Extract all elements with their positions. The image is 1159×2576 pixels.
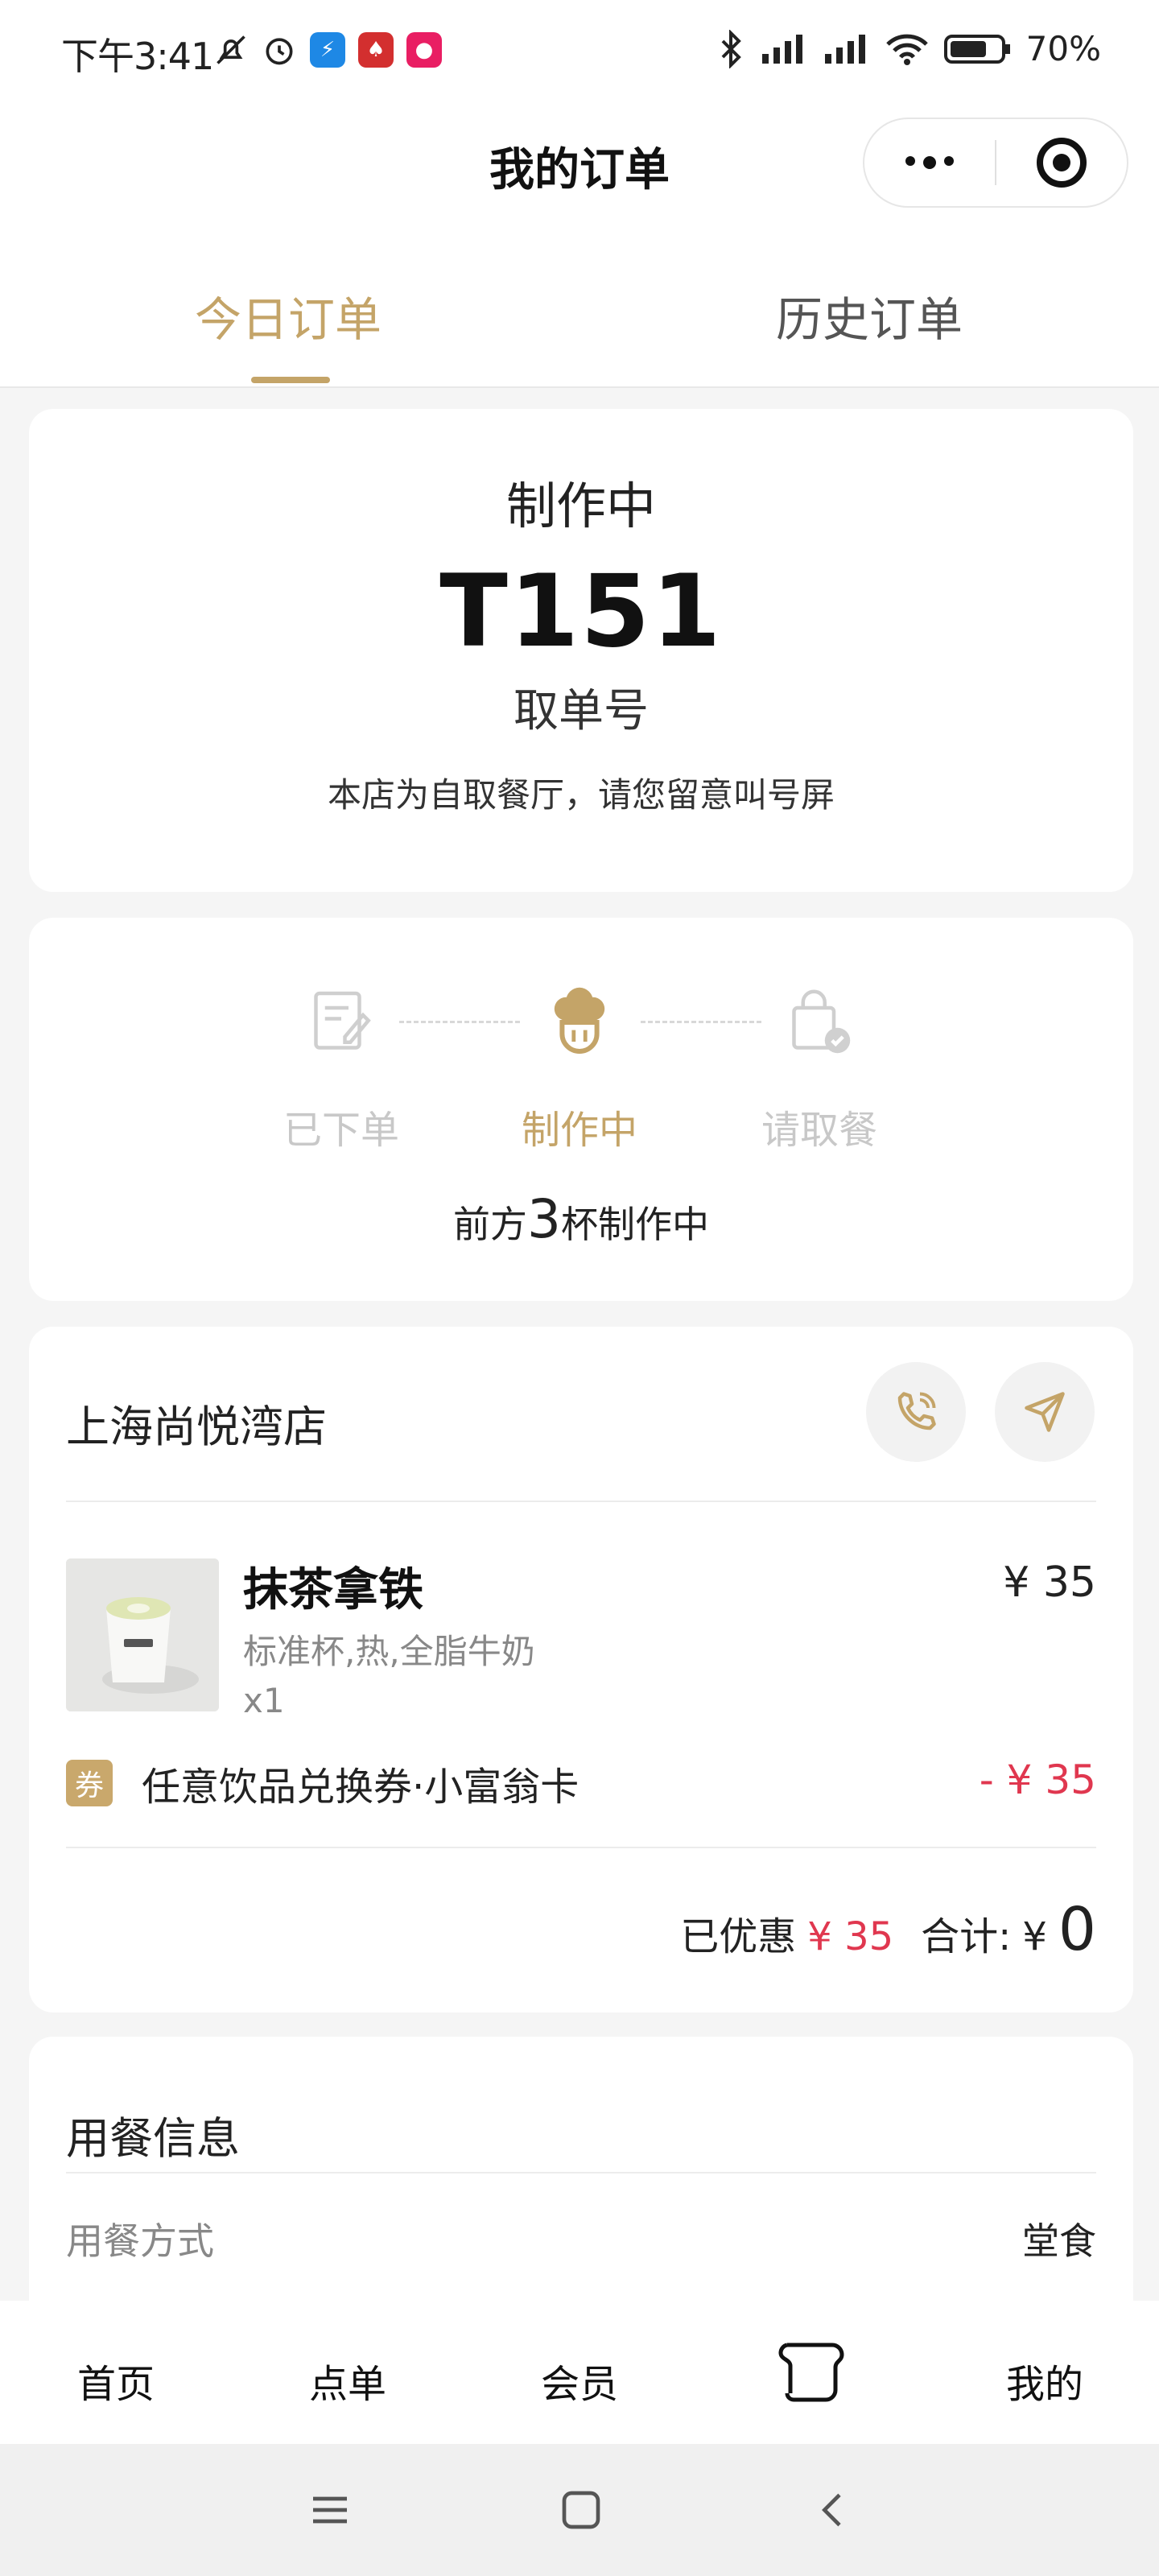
back-chevron-icon xyxy=(822,2493,841,2527)
home-button[interactable] xyxy=(559,2487,604,2536)
queue-status: 前方3杯制作中 xyxy=(29,1188,1133,1250)
product-price: ¥ 35 xyxy=(1003,1558,1096,1607)
progress-step-label: 已下单 xyxy=(283,1108,399,1153)
product-quantity: x1 xyxy=(243,1681,285,1720)
target-icon xyxy=(1036,138,1087,188)
close-miniprogram-button[interactable] xyxy=(996,138,1127,188)
order-progress-card: 已下单 制作中 请取餐 前方3杯制作中 xyxy=(29,918,1133,1301)
tabbar-home[interactable]: 首页 xyxy=(77,2352,155,2409)
title-bar: 我的订单 xyxy=(0,105,1159,233)
status-time: 下午3:41 xyxy=(61,35,214,78)
divider xyxy=(66,1847,1096,1848)
product-name: 抹茶拿铁 xyxy=(243,1564,423,1616)
alarm-icon xyxy=(266,38,293,65)
signal-hd-icon xyxy=(761,34,802,64)
queue-prefix: 前方 xyxy=(453,1203,527,1246)
bluetooth-icon xyxy=(721,29,741,68)
product-image xyxy=(66,1558,219,1711)
progress-step-label: 制作中 xyxy=(521,1108,637,1153)
more-dot-icon xyxy=(905,156,915,166)
shopping-bag-check-icon xyxy=(792,989,851,1054)
call-store-button[interactable] xyxy=(866,1362,966,1462)
order-note-icon xyxy=(314,991,371,1050)
status-bar: 下午3:41 ⚡ ♠ ● 70% xyxy=(0,0,1159,105)
recent-apps-button[interactable] xyxy=(307,2487,353,2536)
coupon-amount: - ¥ 35 xyxy=(979,1757,1096,1803)
store-name: 上海尚悦湾店 xyxy=(66,1402,327,1452)
coupon-badge: 券 xyxy=(66,1760,113,1806)
dining-info-title: 用餐信息 xyxy=(66,2113,240,2164)
battery-icon xyxy=(943,34,1010,64)
dining-mode-label: 用餐方式 xyxy=(66,2219,214,2263)
progress-step-making: 制作中 xyxy=(499,982,660,1154)
divider xyxy=(66,1501,1096,1502)
bottom-tab-bar: 首页 点单 会员 我的 xyxy=(0,2301,1159,2444)
more-button[interactable] xyxy=(864,156,995,169)
tabbar-orders-scroll[interactable] xyxy=(774,2334,852,2417)
total-value: 0 xyxy=(1058,1895,1096,1964)
dining-mode-value: 堂食 xyxy=(1022,2219,1096,2263)
coupon-name: 任意饮品兑换券·小富翁卡 xyxy=(142,1765,580,1810)
tabbar-member[interactable]: 会员 xyxy=(541,2352,618,2409)
scroll-icon xyxy=(778,2343,844,2402)
pickup-notice: 本店为自取餐厅，请您留意叫号屏 xyxy=(327,775,835,815)
order-tabs: 今日订单 历史订单 xyxy=(0,233,1159,388)
progress-step-pickup: 请取餐 xyxy=(739,982,900,1154)
tab-today-orders[interactable]: 今日订单 xyxy=(195,282,382,349)
tab-history-orders[interactable]: 历史订单 xyxy=(776,282,963,349)
menu-icon xyxy=(313,2496,347,2524)
battery-percent: 70% xyxy=(1025,29,1101,68)
queue-count: 3 xyxy=(527,1188,561,1250)
more-dot-icon xyxy=(923,156,936,169)
app-shop-icon: ● xyxy=(406,32,442,68)
signal-hd-icon-2 xyxy=(824,34,865,64)
back-button[interactable] xyxy=(811,2487,856,2536)
phone-icon xyxy=(897,1392,936,1430)
order-status-card: 制作中 T151 取单号 本店为自取餐厅，请您留意叫号屏 xyxy=(29,409,1133,892)
miniprogram-capsule xyxy=(863,118,1128,208)
system-navigation-bar xyxy=(0,2444,1159,2576)
navigation-arrow-icon xyxy=(1025,1392,1065,1432)
pickup-number: T151 xyxy=(439,554,723,670)
chef-hat-icon xyxy=(554,987,605,1054)
order-summary: 已优惠 ¥ 35 合计: ¥ 0 xyxy=(680,1895,1096,1964)
more-dot-icon xyxy=(944,156,954,166)
wifi-icon xyxy=(885,34,928,65)
divider xyxy=(66,2172,1096,2174)
order-detail-card: 上海尚悦湾店 抹茶拿铁 标准杯,热,全脂牛奶 x1 ¥ 35 券 任意饮品兑换券… xyxy=(29,1327,1133,2013)
tabbar-order[interactable]: 点单 xyxy=(309,2352,386,2409)
status-notification-icons: ⚡ ♠ ● xyxy=(213,32,442,68)
queue-suffix: 杯制作中 xyxy=(561,1203,709,1246)
app-flash-icon: ⚡ xyxy=(310,32,345,68)
total-label: 合计: xyxy=(921,1914,1012,1959)
discount-value: ¥ 35 xyxy=(807,1914,894,1959)
app-cards-icon: ♠ xyxy=(358,32,394,68)
total-currency: ¥ xyxy=(1022,1914,1047,1959)
progress-step-label: 请取餐 xyxy=(761,1108,877,1153)
status-system-icons: 70% xyxy=(717,29,1101,68)
mute-bell-icon xyxy=(217,35,245,64)
navigate-store-button[interactable] xyxy=(995,1362,1095,1462)
dining-info-card: 用餐信息 用餐方式 堂食 xyxy=(29,2037,1133,2310)
tab-active-indicator xyxy=(251,377,330,383)
tabbar-mine[interactable]: 我的 xyxy=(1006,2352,1083,2409)
product-spec: 标准杯,热,全脂牛奶 xyxy=(243,1632,535,1671)
discount-label: 已优惠 xyxy=(680,1914,797,1959)
order-status-text: 制作中 xyxy=(505,477,656,535)
pickup-number-label: 取单号 xyxy=(514,685,649,737)
home-square-icon xyxy=(562,2491,600,2529)
progress-step-ordered: 已下单 xyxy=(261,982,422,1154)
